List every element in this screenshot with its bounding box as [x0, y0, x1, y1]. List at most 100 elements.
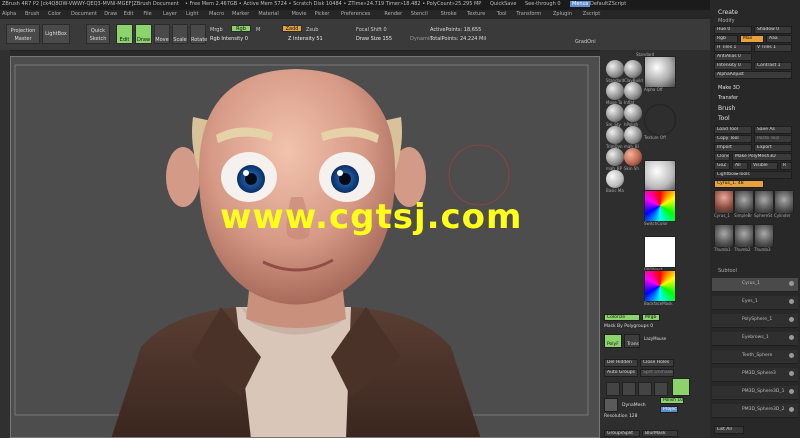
palette-large-swatch[interactable] — [644, 104, 676, 136]
dynamesh-icon[interactable] — [604, 398, 618, 412]
menu-brush[interactable]: Brush — [25, 11, 39, 17]
auto-groups-button[interactable]: Auto Groups — [604, 369, 638, 377]
rgb-button[interactable]: Rgb — [714, 35, 738, 43]
brush-section[interactable]: Brush — [718, 105, 735, 112]
list-all-button[interactable]: List All — [714, 426, 744, 434]
brush-swatch[interactable] — [606, 104, 624, 122]
polish-slider[interactable]: Polish 10 — [660, 397, 684, 404]
gradoni-button[interactable]: GradOni — [575, 39, 596, 45]
visibility-eye-icon[interactable] — [789, 317, 794, 322]
tool-thumbnail[interactable] — [734, 224, 754, 248]
v-tiles-slider[interactable]: V Tiles 1 — [754, 44, 792, 52]
see-through-slider[interactable]: See-through 0 — [525, 1, 561, 7]
groups-split-button[interactable]: GroupsSplit — [604, 430, 640, 437]
menu-file[interactable]: File — [143, 11, 151, 17]
colorize-toggle[interactable]: Colorize — [604, 314, 640, 321]
brush-swatch[interactable] — [624, 60, 642, 78]
subtool-row[interactable]: Teeth_Sphere — [712, 350, 798, 364]
menu-stencil[interactable]: Stencil — [411, 11, 428, 17]
brush-swatch[interactable] — [606, 170, 624, 188]
brush-swatch[interactable] — [606, 148, 624, 166]
brush-swatch[interactable] — [606, 60, 624, 78]
mrgb-palette-toggle[interactable]: Mrgb — [642, 314, 660, 321]
palette-large-swatch[interactable] — [644, 56, 676, 88]
subtool-row[interactable]: PM3D_Sphere3D_1 — [712, 386, 798, 400]
canvas-viewport[interactable]: www.cgtsj.com — [10, 56, 600, 438]
visibility-eye-icon[interactable] — [789, 335, 794, 340]
menu-draw[interactable]: Draw — [104, 11, 117, 17]
tool-section[interactable]: Tool — [718, 115, 730, 122]
clone-button[interactable]: Clone — [714, 153, 730, 161]
lightbox-tools-button[interactable]: Lightbox▸Tools — [714, 171, 792, 179]
rgb-toggle[interactable]: Rgb — [231, 25, 251, 32]
draw-button[interactable]: Draw — [135, 24, 152, 44]
menu-texture[interactable]: Texture — [467, 11, 485, 17]
visibility-eye-icon[interactable] — [789, 371, 794, 376]
shadow-slider[interactable]: Shadow 0 — [754, 26, 792, 34]
menu-macro[interactable]: Macro — [209, 11, 224, 17]
brush-swatch[interactable] — [624, 126, 642, 144]
menu-picker[interactable]: Picker — [315, 11, 330, 17]
menu-movie[interactable]: Movie — [292, 11, 307, 17]
palette-large-swatch[interactable] — [644, 236, 676, 268]
alpha-adjust-button[interactable]: AlphaAdjust — [714, 71, 792, 79]
visibility-eye-icon[interactable] — [789, 353, 794, 358]
make3d-section[interactable]: Make 3D — [718, 85, 740, 91]
polyf-button[interactable]: PolyF — [604, 334, 622, 348]
visible-button[interactable]: Visible — [750, 162, 778, 170]
lazymouse-toggle[interactable]: LazyMouse — [644, 336, 666, 341]
goz-button[interactable]: GoZ — [714, 162, 730, 170]
brush-swatch[interactable] — [606, 126, 624, 144]
tool-icon-2[interactable] — [622, 382, 636, 396]
visibility-eye-icon[interactable] — [789, 407, 794, 412]
z-intensity-slider[interactable]: Z Intensity 51 — [288, 36, 323, 42]
menu-zscript[interactable]: Zscript — [583, 11, 600, 17]
menu-stroke[interactable]: Stroke — [441, 11, 457, 17]
split-unmasked-button[interactable]: Split Unmasked — [640, 369, 674, 377]
menu-marker[interactable]: Marker — [232, 11, 249, 17]
edit-button[interactable]: Edit — [116, 24, 133, 44]
dynamic-toggle[interactable]: Dynamic — [410, 36, 432, 42]
draw-size-slider[interactable]: Draw Size 155 — [356, 36, 392, 42]
subtool-row[interactable]: Eyes_1 — [712, 296, 798, 310]
projection-master-button[interactable]: Projection Master — [6, 24, 40, 44]
rotate-button[interactable]: Rotate — [190, 24, 207, 44]
zsub-toggle[interactable]: Zsub — [306, 27, 318, 33]
tool-icon-4[interactable] — [654, 382, 668, 396]
default-zscript-button[interactable]: DefaultZScript — [590, 1, 626, 7]
palette-large-swatch[interactable] — [644, 270, 676, 302]
focal-shift-slider[interactable]: Focal Shift 0 — [356, 27, 387, 33]
h-tiles-slider[interactable]: H Tiles 1 — [714, 44, 752, 52]
menus-button[interactable]: Menus — [570, 1, 591, 7]
create-section[interactable]: Create — [718, 9, 738, 16]
tool-thumbnail[interactable] — [774, 190, 794, 214]
menu-render[interactable]: Render — [384, 11, 402, 17]
project-button[interactable]: Project — [660, 406, 678, 413]
zadd-toggle[interactable]: Zadd — [282, 25, 302, 32]
tool-thumbnail[interactable] — [754, 190, 774, 214]
menu-alpha[interactable]: Alpha — [2, 11, 16, 17]
menu-preferences[interactable]: Preferences — [341, 11, 370, 17]
mask-polygroups-slider[interactable]: Mask By Polygroups 0 — [604, 324, 653, 329]
resolution-slider[interactable]: Resolution 128 — [604, 414, 638, 419]
brush-swatch[interactable] — [606, 82, 624, 100]
menu-light[interactable]: Light — [186, 11, 198, 17]
menu-color[interactable]: Color — [48, 11, 61, 17]
m-toggle[interactable]: M — [256, 27, 260, 33]
copy-tool-button[interactable]: Copy Tool — [714, 135, 752, 143]
mrgb-toggle[interactable]: Mrgb — [210, 27, 223, 33]
visibility-eye-icon[interactable] — [789, 389, 794, 394]
subtool-row[interactable]: Eyebrows_1 — [712, 332, 798, 346]
r-button[interactable]: R — [780, 162, 792, 170]
visibility-eye-icon[interactable] — [789, 281, 794, 286]
lightbox-button[interactable]: LightBox — [42, 24, 70, 44]
palette-large-swatch[interactable] — [644, 160, 676, 192]
tool-thumbnail[interactable] — [714, 224, 734, 248]
quick-sketch-button[interactable]: Quick Sketch — [86, 24, 110, 44]
del-hidden-button[interactable]: Del Hidden — [604, 359, 638, 367]
brush-swatch[interactable] — [624, 148, 642, 166]
paste-tool-button[interactable]: Paste Tool — [754, 135, 792, 143]
quicksave-button[interactable]: QuickSave — [490, 1, 516, 7]
subtool-row[interactable]: PolySphere_1 — [712, 314, 798, 328]
blur-mask-button[interactable]: BlurMask — [642, 430, 678, 437]
